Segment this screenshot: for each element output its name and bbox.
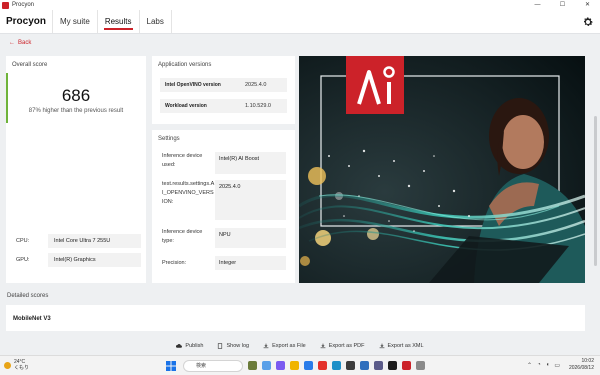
setting-value: 2025.4.0 <box>215 180 286 220</box>
publish-button[interactable]: Publish <box>176 343 203 349</box>
tab-labs[interactable]: Labs <box>140 10 172 33</box>
document-icon <box>218 342 223 349</box>
copilot-icon[interactable] <box>276 361 285 370</box>
setting-value: Integer <box>215 256 286 270</box>
download-icon <box>320 343 326 348</box>
action-bar: Publish Show log Export as File Export a… <box>0 337 600 354</box>
detailed-score-name: MobileNet V3 <box>13 316 51 322</box>
edge-browser-icon[interactable] <box>304 361 313 370</box>
widget-app-icon[interactable] <box>248 361 257 370</box>
export-pdf-label: Export as PDF <box>328 342 365 349</box>
battery-icon[interactable]: ▭ <box>554 362 560 369</box>
publish-label: Publish <box>185 342 204 349</box>
workload-version-row: Workload version 1.10.529.0 <box>160 99 287 113</box>
search-placeholder: 検索 <box>196 363 207 369</box>
export-file-label: Export as File <box>272 342 306 349</box>
windows-start-icon[interactable] <box>166 361 176 371</box>
gpu-label: GPU: <box>16 257 30 263</box>
show-log-button[interactable]: Show log <box>217 343 249 349</box>
gpu-value: Intel(R) Graphics <box>48 253 141 267</box>
cpu-value: Intel Core Ultra 7 255U <box>48 234 141 248</box>
wifi-icon[interactable]: ◔ <box>537 362 541 369</box>
gear-icon[interactable] <box>582 16 594 28</box>
version-value: 2025.4.0 <box>245 82 267 88</box>
close-button[interactable]: ✕ <box>575 0 600 10</box>
detailed-score-item[interactable]: MobileNet V3 <box>6 305 585 331</box>
weather-widget[interactable]: 24°C くもり <box>4 359 29 371</box>
tab-results[interactable]: Results <box>98 10 140 33</box>
cpu-row: CPU: Intel Core Ultra 7 255U <box>16 234 141 248</box>
task-view-icon[interactable] <box>262 361 271 370</box>
procyon-taskbar-icon[interactable] <box>402 361 411 370</box>
openvino-version-row: Intel OpenVINO version 2025.4.0 <box>160 78 287 92</box>
setting-key: Inference device used: <box>162 153 203 168</box>
benchmark-hero-image <box>299 56 585 283</box>
weather-description: くもり <box>14 365 30 371</box>
application-versions-card: Application versions Intel OpenVINO vers… <box>152 56 295 124</box>
file-explorer-icon[interactable] <box>290 361 299 370</box>
settings-row: Precision: Integer <box>162 256 286 270</box>
setting-value: Intel(R) AI Boost <box>215 152 286 174</box>
version-key: Workload version <box>165 103 207 109</box>
export-xml-label: Export as XML <box>387 342 424 349</box>
clock-time: 10:02 <box>581 358 594 364</box>
word-icon[interactable] <box>360 361 369 370</box>
download-icon <box>263 343 269 348</box>
back-link[interactable]: ← Back <box>9 40 31 46</box>
maximize-button[interactable]: ☐ <box>550 0 575 10</box>
setting-key: Inference device type: <box>162 229 203 244</box>
settings-row: Inference device used: Intel(R) AI Boost <box>162 152 286 174</box>
overall-score-card: Overall score 686 87% higher than the pr… <box>6 56 146 283</box>
chevron-up-icon[interactable]: ⌃ <box>527 362 532 369</box>
setting-key: test.results.settings.AI_OPENVINO_VERSIO… <box>162 181 215 205</box>
cpu-label: CPU: <box>16 238 30 244</box>
score-comparison-text: 87% higher than the previous result <box>28 108 124 114</box>
setting-value: NPU <box>215 228 286 248</box>
export-pdf-button[interactable]: Export as PDF <box>320 343 365 349</box>
scrollbar-thumb[interactable] <box>594 116 597 266</box>
minimize-button[interactable]: — <box>525 0 550 10</box>
detailed-scores-title: Detailed scores <box>7 293 49 299</box>
clock[interactable]: 10:02 2026/08/12 <box>569 358 594 372</box>
versions-title: Application versions <box>158 62 212 68</box>
app-taskbar-icon[interactable] <box>416 361 425 370</box>
show-log-label: Show log <box>226 342 250 349</box>
settings-app-icon[interactable] <box>374 361 383 370</box>
vertical-scrollbar[interactable] <box>594 56 598 336</box>
export-file-button[interactable]: Export as File <box>263 343 306 349</box>
download-icon <box>379 343 384 348</box>
setting-key: Precision: <box>162 260 187 266</box>
tab-my-suite[interactable]: My suite <box>53 10 98 33</box>
overall-score-title: Overall score <box>12 62 48 68</box>
system-tray: ⌃ ◔ ◖ ▭ <box>527 362 560 369</box>
settings-row: Inference device type: NPU <box>162 228 286 248</box>
store-icon[interactable] <box>346 361 355 370</box>
brand-logo-text: Procyon <box>0 10 54 33</box>
taskbar-search[interactable]: 検索 <box>183 360 243 372</box>
window-title: Procyon <box>12 2 35 8</box>
clock-date: 2026/08/12 <box>568 365 594 371</box>
weather-icon <box>4 361 11 369</box>
hero-illustration <box>299 56 585 283</box>
title-bar: Procyon — ☐ ✕ <box>0 0 600 10</box>
volume-icon[interactable]: ◖ <box>546 362 550 369</box>
back-label: Back <box>18 40 32 46</box>
windows-taskbar: 24°C くもり 検索 ⌃ ◔ ◖ ▭ 10:02 2026/08/12 <box>0 355 600 375</box>
version-value: 1.10.529.0 <box>245 103 271 109</box>
settings-card: Settings Inference device used: Intel(R)… <box>152 130 295 283</box>
cloud-upload-icon <box>176 343 183 348</box>
version-key: Intel OpenVINO version <box>165 82 221 88</box>
settings-title: Settings <box>158 136 180 142</box>
gpu-row: GPU: Intel(R) Graphics <box>16 253 141 267</box>
app-header: Procyon My suite Results Labs <box>0 10 600 34</box>
terminal-icon[interactable] <box>388 361 397 370</box>
window-controls: — ☐ ✕ <box>525 0 600 10</box>
chrome-icon[interactable] <box>318 361 327 370</box>
overall-score-value: 686 <box>61 86 91 105</box>
settings-row: test.results.settings.AI_OPENVINO_VERSIO… <box>162 180 286 220</box>
outlook-icon[interactable] <box>332 361 341 370</box>
export-xml-button[interactable]: Export as XML <box>379 343 424 349</box>
arrow-left-icon: ← <box>9 40 15 46</box>
procyon-app-icon <box>2 1 9 9</box>
